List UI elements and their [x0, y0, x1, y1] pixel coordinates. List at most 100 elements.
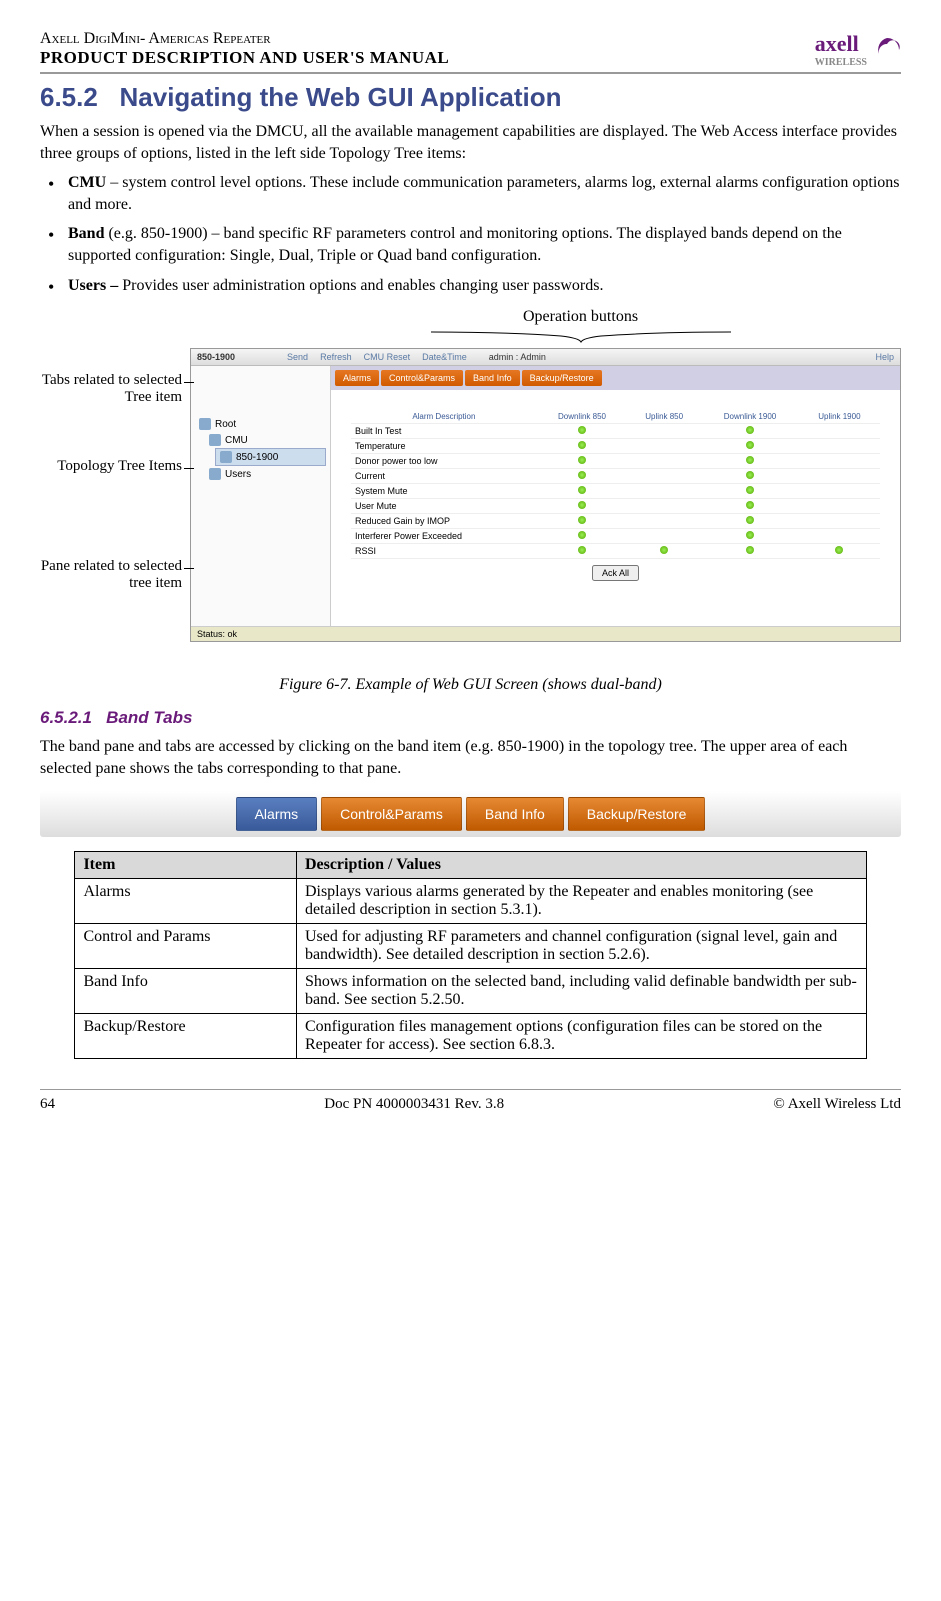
- alarm-name: User Mute: [351, 499, 537, 514]
- status-ok-icon: [746, 516, 754, 524]
- alarm-name: Temperature: [351, 439, 537, 454]
- alarm-status-cell: [701, 544, 799, 559]
- tab-alarms[interactable]: Alarms: [335, 370, 379, 386]
- tree-cmu[interactable]: CMU: [205, 432, 326, 448]
- alarm-name: Current: [351, 469, 537, 484]
- alarm-row: Current: [351, 469, 880, 484]
- col-alarm-desc: Alarm Description: [351, 410, 537, 424]
- tree-label: Users: [225, 469, 251, 480]
- alarm-row: Interferer Power Exceeded: [351, 529, 880, 544]
- alarm-status-cell: [537, 439, 627, 454]
- tab-band-info[interactable]: Band Info: [465, 370, 520, 386]
- cell-item: Band Info: [75, 969, 297, 1014]
- subsection-text: The band pane and tabs are accessed by c…: [40, 736, 901, 779]
- alarm-row: Temperature: [351, 439, 880, 454]
- page-footer: 64 Doc PN 4000003431 Rev. 3.8 © Axell Wi…: [40, 1089, 901, 1113]
- status-ok-icon: [746, 501, 754, 509]
- alarm-name: Built In Test: [351, 424, 537, 439]
- alarm-status-cell: [799, 529, 880, 544]
- bullet-list: CMU – system control level options. Thes…: [40, 172, 901, 296]
- screenshot-body: Root CMU 850-1900 Users Alarms Control&P…: [191, 366, 900, 626]
- tree-label: 850-1900: [236, 452, 278, 463]
- description-table: Item Description / Values AlarmsDisplays…: [74, 851, 866, 1059]
- company-logo: axell WIRELESS: [815, 31, 901, 68]
- alarm-status-cell: [537, 424, 627, 439]
- alarm-name: System Mute: [351, 484, 537, 499]
- status-ok-icon: [746, 531, 754, 539]
- folder-icon: [199, 418, 211, 430]
- logo-text: axell: [815, 31, 859, 56]
- ack-all-button[interactable]: Ack All: [592, 565, 639, 581]
- alarm-status-cell: [627, 424, 701, 439]
- alarm-status-cell: [701, 439, 799, 454]
- brace-icon: [260, 328, 901, 344]
- main-pane: Alarms Control&Params Band Info Backup/R…: [331, 366, 900, 626]
- alarm-status-cell: [627, 514, 701, 529]
- topbar-datetime-button[interactable]: Date&Time: [422, 352, 467, 362]
- topbar-help-link[interactable]: Help: [875, 352, 894, 362]
- topbar-admin-text: admin : Admin: [489, 352, 546, 362]
- cell-desc: Used for adjusting RF parameters and cha…: [296, 924, 866, 969]
- tree-users[interactable]: Users: [205, 466, 326, 482]
- section-intro: When a session is opened via the DMCU, a…: [40, 121, 901, 164]
- fig-tab-control-params[interactable]: Control&Params: [321, 797, 462, 831]
- status-ok-icon: [578, 486, 586, 494]
- status-ok-icon: [746, 426, 754, 434]
- topbar-band-title: 850-1900: [197, 352, 235, 362]
- bullet-cmu: CMU – system control level options. Thes…: [40, 172, 901, 215]
- status-ok-icon: [578, 426, 586, 434]
- status-ok-icon: [746, 441, 754, 449]
- alarm-name: Donor power too low: [351, 454, 537, 469]
- alarm-status-cell: [701, 499, 799, 514]
- alarm-status-cell: [627, 484, 701, 499]
- status-ok-icon: [578, 441, 586, 449]
- alarm-status-cell: [627, 454, 701, 469]
- section-title: Navigating the Web GUI Application: [120, 82, 562, 112]
- cell-desc: Shows information on the selected band, …: [296, 969, 866, 1014]
- table-row: Control and ParamsUsed for adjusting RF …: [75, 924, 866, 969]
- fig-tab-alarms[interactable]: Alarms: [236, 797, 318, 831]
- alarm-status-cell: [799, 469, 880, 484]
- tree-band[interactable]: 850-1900: [215, 448, 326, 466]
- alarm-row: RSSI: [351, 544, 880, 559]
- callout-pane: Pane related to selected tree item: [40, 558, 182, 593]
- topbar-refresh-button[interactable]: Refresh: [320, 352, 352, 362]
- page-header: Axell DigiMini- Americas Repeater PRODUC…: [40, 30, 901, 74]
- tab-control-params[interactable]: Control&Params: [381, 370, 463, 386]
- alarm-status-cell: [627, 439, 701, 454]
- tree-root[interactable]: Root: [195, 416, 326, 432]
- bullet-text: – system control level options. These in…: [68, 174, 900, 213]
- topbar-send-button[interactable]: Send: [287, 352, 308, 362]
- cell-desc: Displays various alarms generated by the…: [296, 879, 866, 924]
- callout-column: Tabs related to selected Tree item Topol…: [40, 348, 190, 668]
- fig-tab-backup-restore[interactable]: Backup/Restore: [568, 797, 706, 831]
- alarm-row: Built In Test: [351, 424, 880, 439]
- col-ul850: Uplink 850: [627, 410, 701, 424]
- subsection-number: 6.5.2.1: [40, 708, 92, 727]
- topbar-cmu-reset-button[interactable]: CMU Reset: [364, 352, 411, 362]
- alarm-status-cell: [799, 454, 880, 469]
- status-ok-icon: [746, 486, 754, 494]
- figure-caption: Figure 6-7. Example of Web GUI Screen (s…: [40, 676, 901, 694]
- status-ok-icon: [660, 546, 668, 554]
- status-bar: Status: ok: [191, 626, 900, 641]
- figure-container: Operation buttons Tabs related to select…: [40, 308, 901, 668]
- callout-tabs: Tabs related to selected Tree item: [40, 372, 182, 407]
- alarm-status-cell: [627, 469, 701, 484]
- topology-tree: Root CMU 850-1900 Users: [191, 366, 331, 626]
- status-ok-icon: [578, 456, 586, 464]
- tab-backup-restore[interactable]: Backup/Restore: [522, 370, 602, 386]
- alarm-status-cell: [627, 544, 701, 559]
- device-icon: [209, 434, 221, 446]
- status-ok-icon: [746, 456, 754, 464]
- manual-title: PRODUCT DESCRIPTION AND USER'S MANUAL: [40, 48, 449, 68]
- fig-tab-band-info[interactable]: Band Info: [466, 797, 564, 831]
- alarm-status-cell: [537, 514, 627, 529]
- alarm-row: User Mute: [351, 499, 880, 514]
- bullet-term: Band: [68, 225, 104, 242]
- alarm-status-cell: [701, 454, 799, 469]
- alarm-status-cell: [537, 529, 627, 544]
- cell-item: Backup/Restore: [75, 1014, 297, 1059]
- bullet-term: CMU: [68, 174, 106, 191]
- bullet-text: (e.g. 850-1900) – band specific RF param…: [68, 225, 842, 264]
